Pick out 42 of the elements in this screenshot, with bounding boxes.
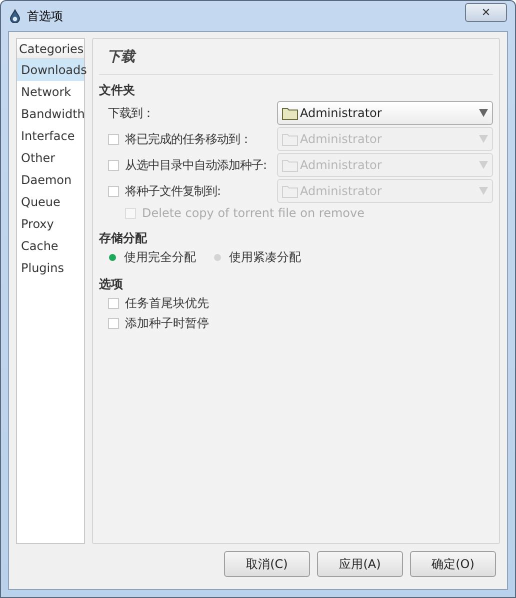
category-item[interactable]: Other [17, 147, 84, 169]
close-button[interactable]: ✕ [465, 2, 507, 22]
checkbox[interactable] [108, 298, 119, 308]
field-label: 将已完成的任务移动到： [125, 131, 252, 148]
category-item[interactable]: Downloads [17, 59, 84, 81]
section-title: 文件夹 [99, 82, 136, 99]
category-item[interactable]: Network [17, 81, 84, 103]
radio-button[interactable] [109, 254, 116, 260]
dialog-button[interactable]: 应用(A) [317, 551, 403, 577]
droplet-icon [9, 9, 21, 23]
category-item[interactable]: Cache [17, 235, 84, 257]
category-item[interactable]: Queue [17, 191, 84, 213]
folder-icon [282, 132, 298, 146]
checkbox-label: 任务首尾块优先 [125, 295, 209, 312]
section-title: 选项 [99, 276, 124, 293]
dropdown-arrow-icon [479, 135, 488, 143]
dialog-button[interactable]: 取消(C) [224, 551, 310, 577]
checkbox-label: 添加种子时暂停 [125, 315, 209, 332]
dropdown-arrow-icon [479, 161, 488, 169]
category-item[interactable]: Proxy [17, 213, 84, 235]
dialog-button[interactable]: 确定(O) [410, 551, 496, 577]
category-item[interactable]: Daemon [17, 169, 84, 191]
folder-icon [282, 158, 298, 172]
field-label: 将种子文件复制到: [125, 183, 221, 200]
dropdown-arrow-icon [479, 109, 488, 117]
section-title: 存储分配 [99, 230, 148, 247]
radio-label: 使用紧凑分配 [229, 249, 301, 266]
checkbox[interactable] [108, 318, 119, 328]
category-item[interactable]: Plugins [17, 257, 84, 279]
field-label: 从选中目录中自动添加种子: [125, 157, 267, 174]
category-item[interactable]: Interface [17, 125, 84, 147]
radio-button[interactable] [214, 254, 221, 260]
folder-icon [282, 106, 298, 120]
folder-dropdown[interactable]: Administrator [277, 101, 493, 125]
folder-icon [282, 184, 298, 198]
checkbox-label: Delete copy of torrent file on remove [142, 205, 364, 222]
dropdown-arrow-icon [479, 187, 488, 195]
field-label: 下载到： [108, 105, 154, 122]
window-title: 首选项 [27, 8, 63, 25]
page-title: 下载 [99, 47, 493, 75]
category-item[interactable]: Bandwidth [17, 103, 84, 125]
radio-label: 使用完全分配 [124, 249, 196, 266]
